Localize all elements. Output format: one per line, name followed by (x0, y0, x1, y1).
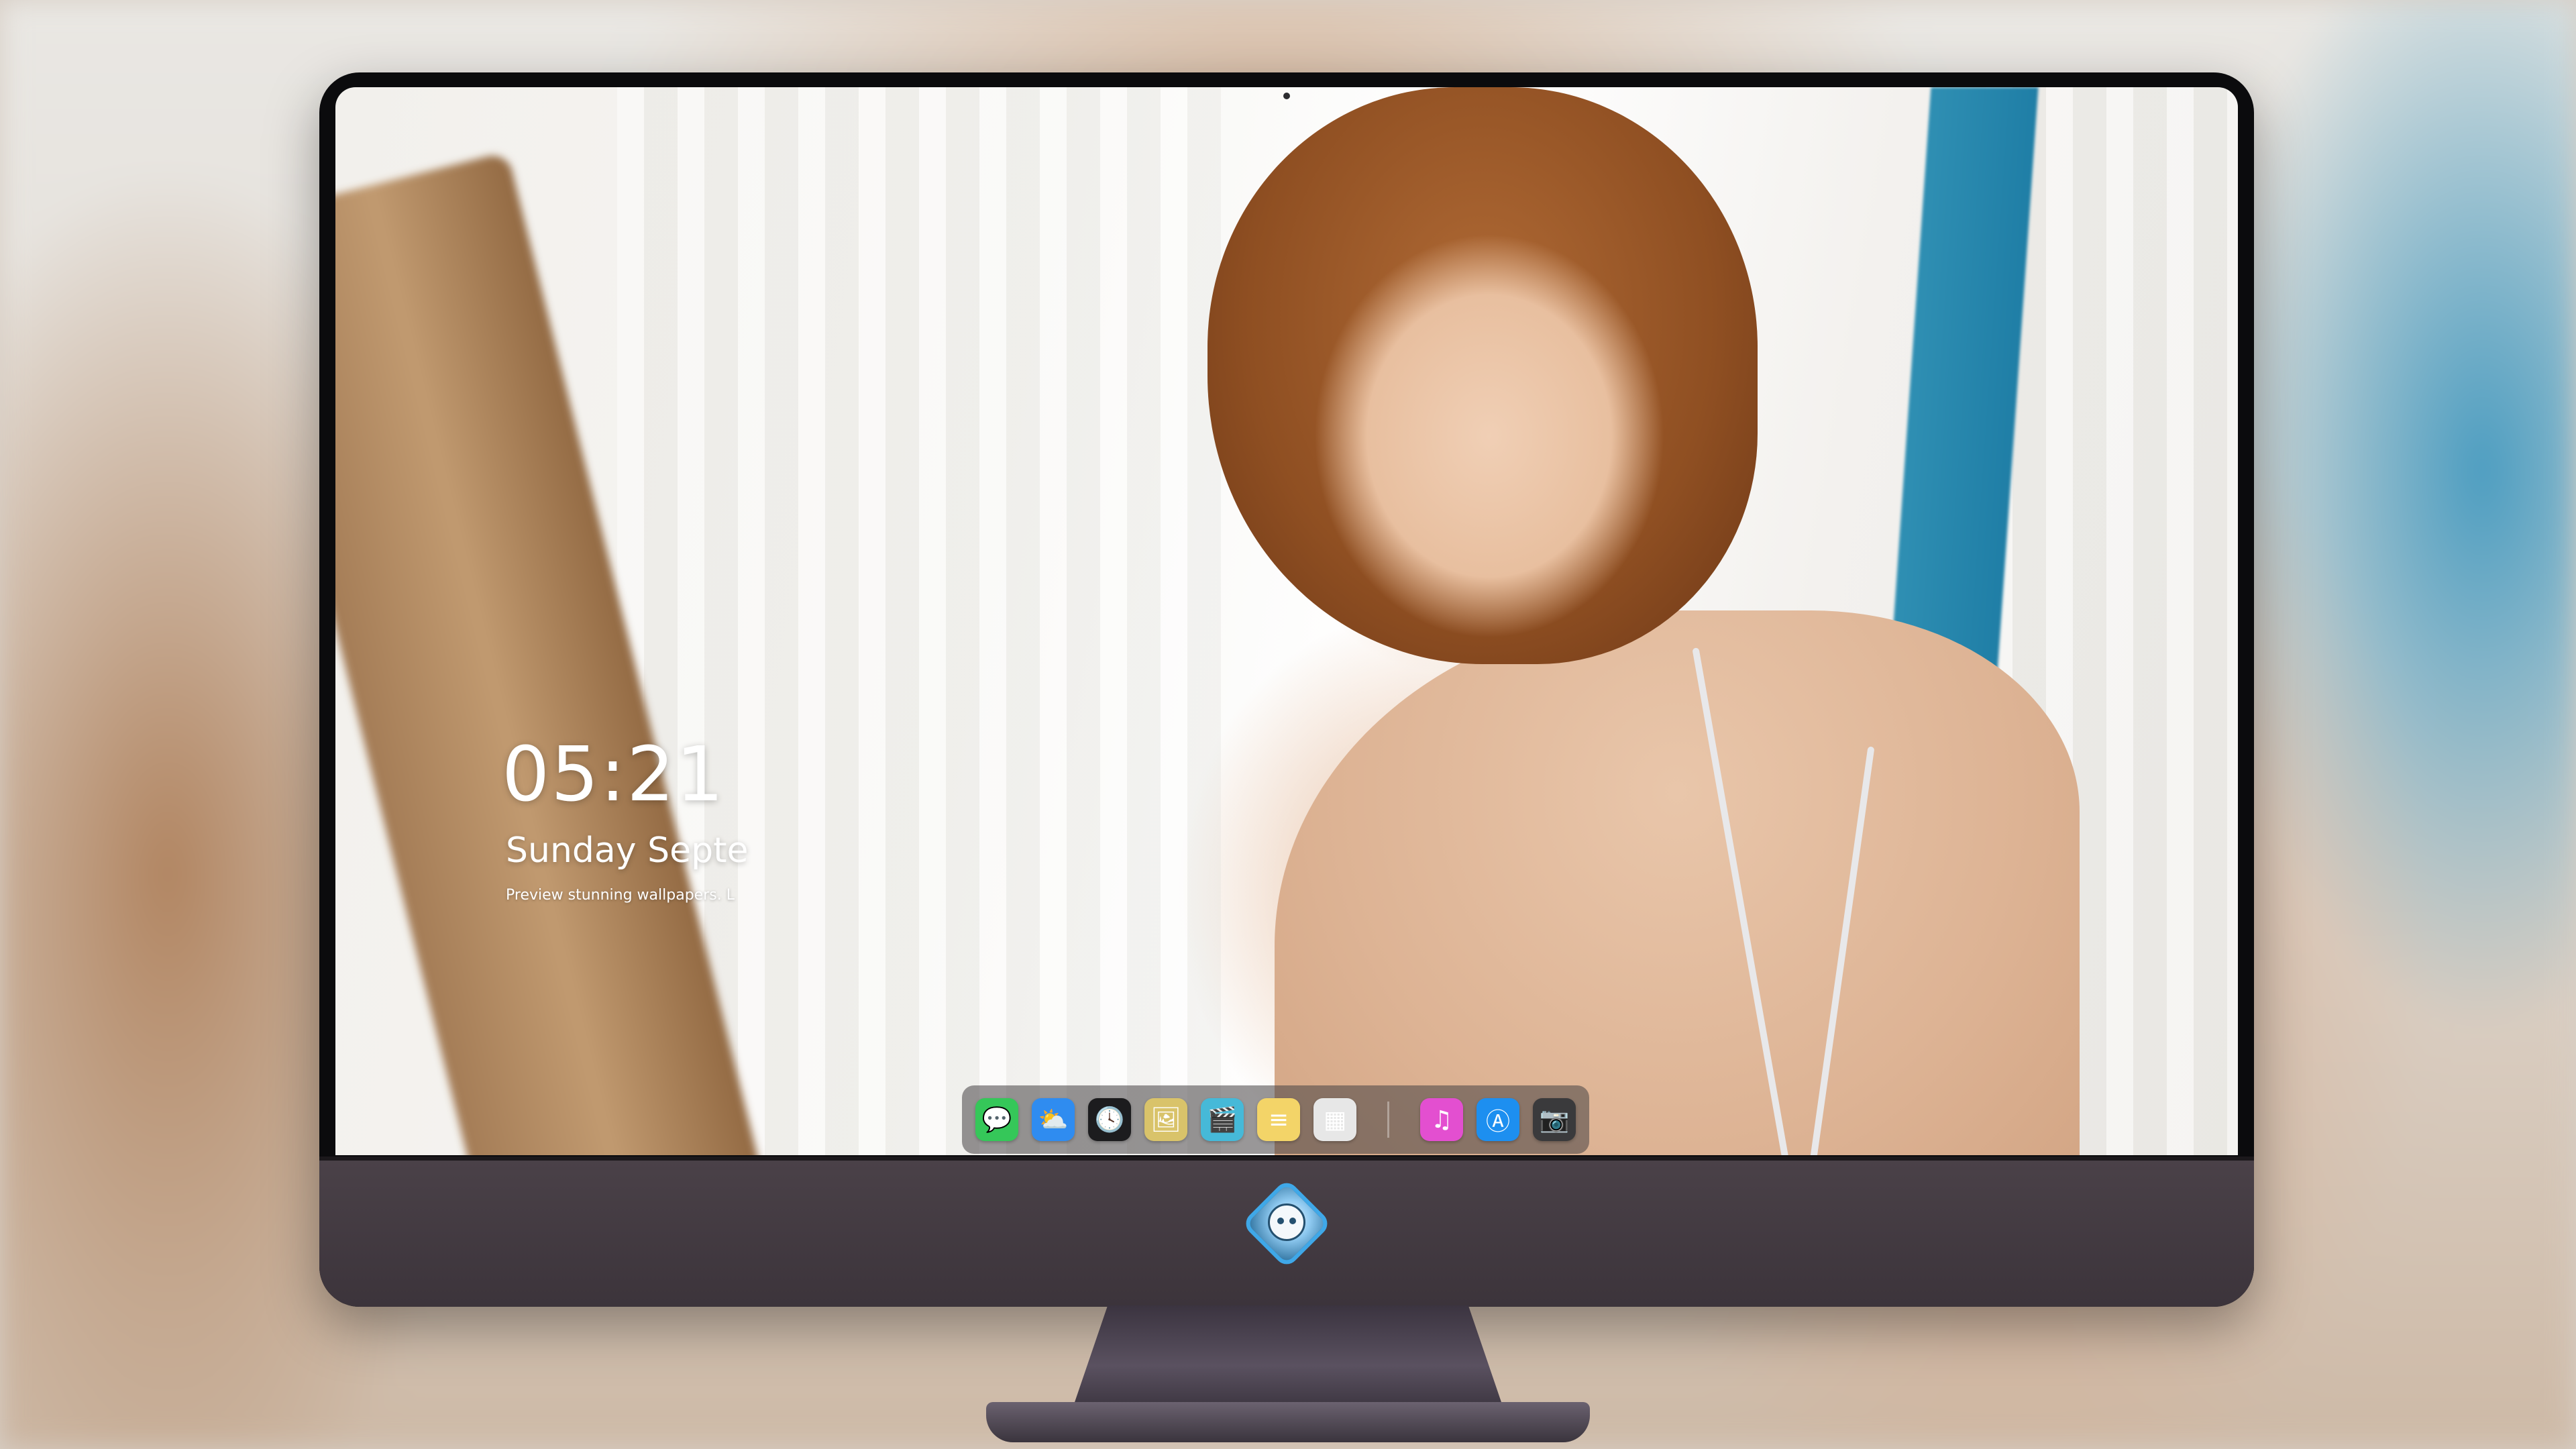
clock-icon[interactable]: 🕓 (1088, 1098, 1131, 1141)
preview-icon[interactable]: 🖼 (1144, 1098, 1187, 1141)
app-store-icon[interactable]: Ⓐ (1477, 1098, 1519, 1141)
lock-screen-date: Sunday Septe (506, 830, 749, 871)
wallpaper-figure-body (1275, 610, 2080, 1155)
brand-logo-face-icon (1268, 1203, 1305, 1241)
lock-screen-tagline: Preview stunning wallpapers. L (506, 887, 735, 904)
monitor-stand-base (986, 1402, 1590, 1442)
monitor: 05:21 Sunday Septe Preview stunning wall… (319, 72, 2254, 1307)
notes-icon[interactable]: ≡ (1257, 1098, 1300, 1141)
desktop-scene: 05:21 Sunday Septe Preview stunning wall… (0, 0, 2576, 1449)
monitor-chin (319, 1157, 2254, 1307)
photo-booth-icon[interactable]: ▦ (1313, 1098, 1356, 1141)
music-icon[interactable]: ♫ (1420, 1098, 1463, 1141)
monitor-stand-neck (1073, 1305, 1503, 1406)
lock-screen-time: 05:21 (502, 731, 725, 818)
webcam-dot (1283, 93, 1290, 99)
messages-icon[interactable]: 💬 (975, 1098, 1018, 1141)
dock: 💬 ⛅ 🕓 🖼 🎬 ≡ ▦ ♫ Ⓐ 📷 (962, 1085, 1589, 1154)
wallpaper-figure-head (1208, 87, 1758, 664)
camera-icon[interactable]: 📷 (1533, 1098, 1576, 1141)
weather-icon[interactable]: ⛅ (1032, 1098, 1075, 1141)
monitor-screen: 05:21 Sunday Septe Preview stunning wall… (335, 87, 2238, 1155)
dock-separator (1387, 1102, 1389, 1138)
video-clips-icon[interactable]: 🎬 (1201, 1098, 1244, 1141)
